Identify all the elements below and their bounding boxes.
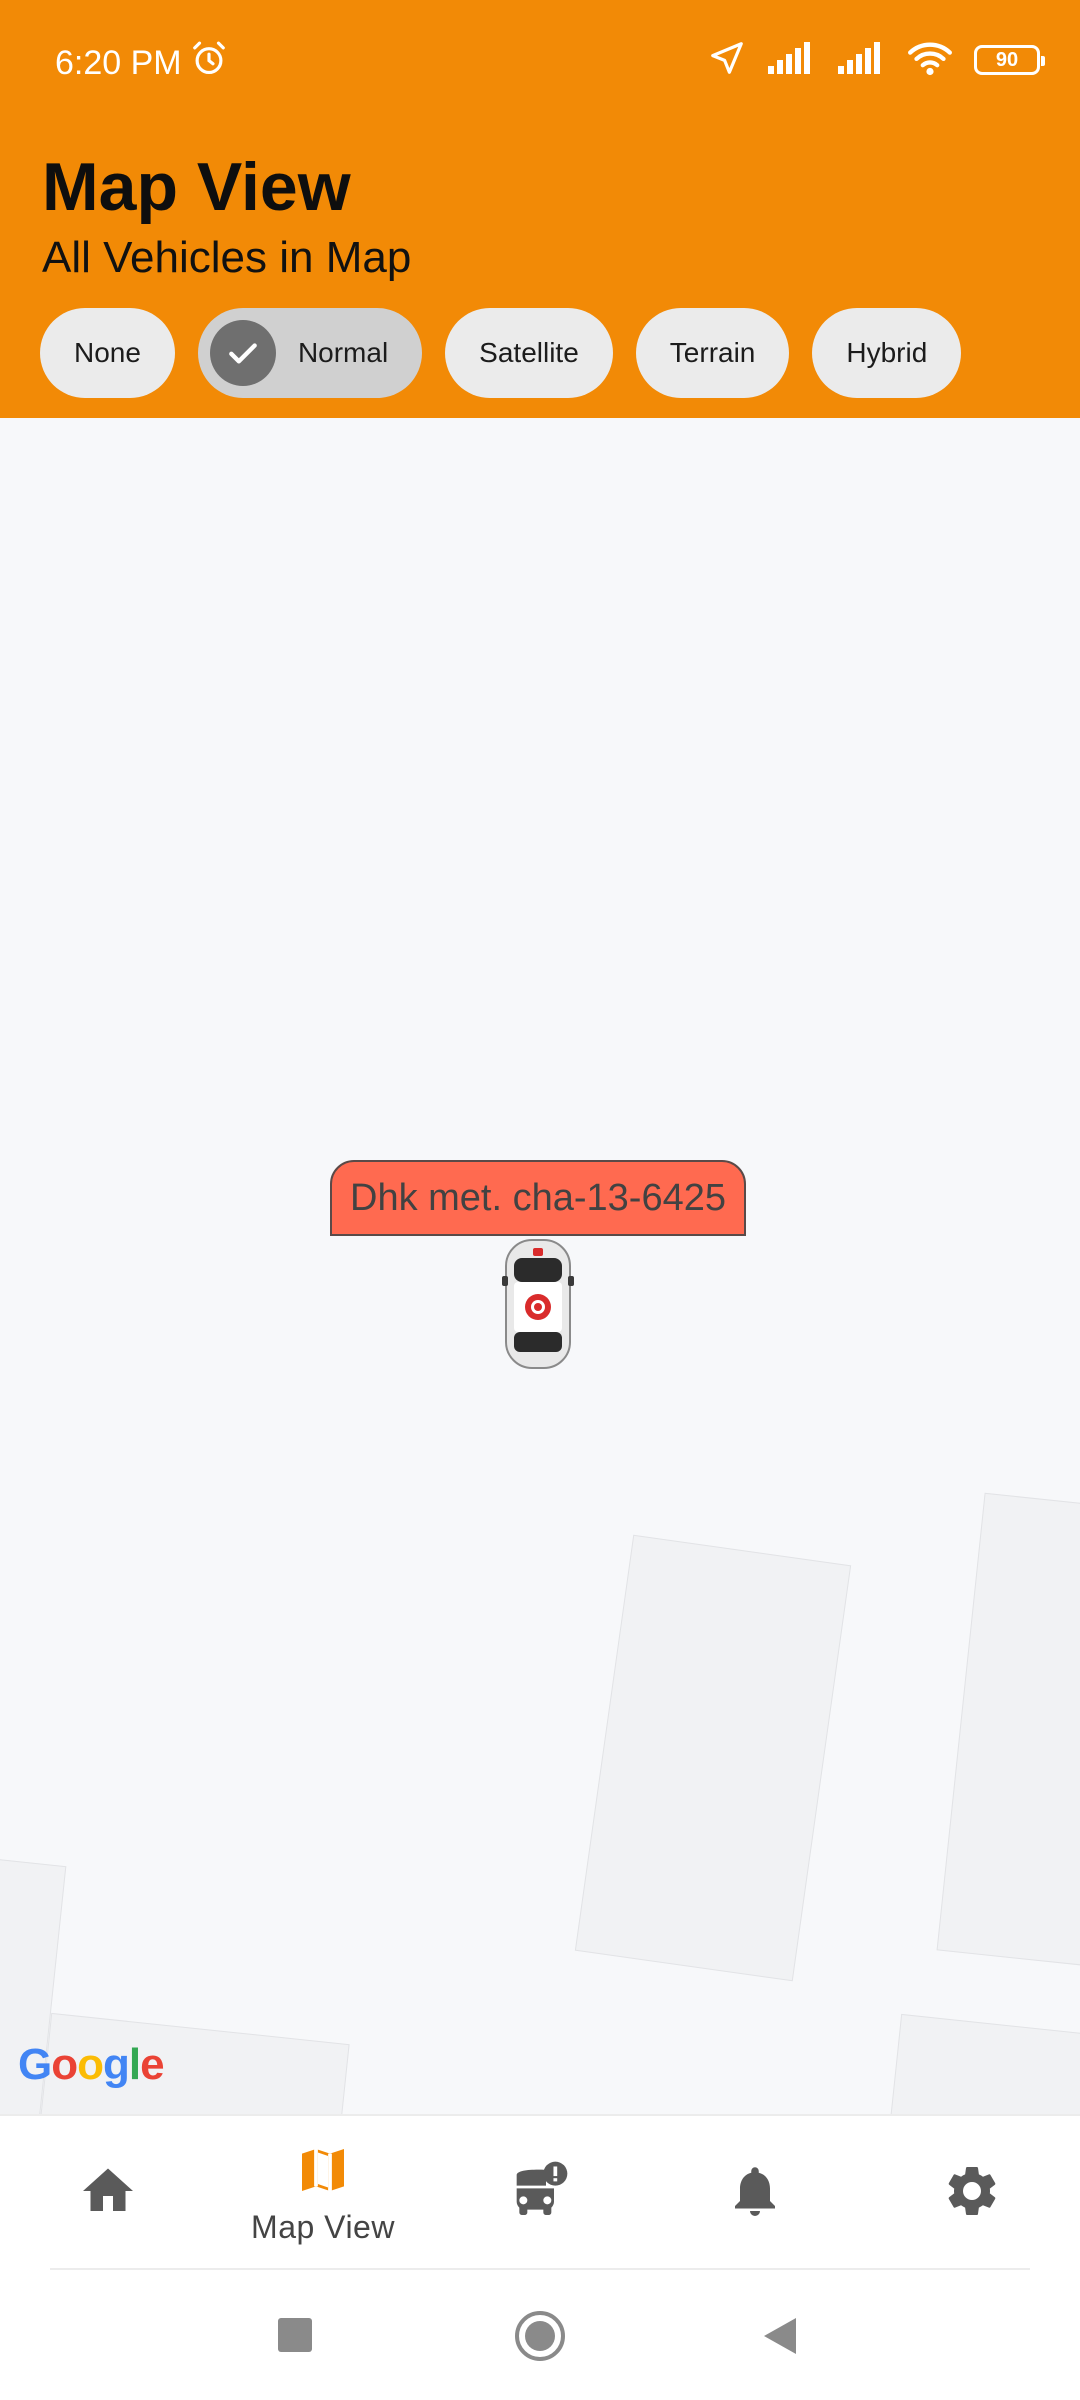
nav-label: Map View xyxy=(251,2208,395,2245)
wifi-icon xyxy=(908,40,952,81)
chip-none[interactable]: None xyxy=(40,308,175,398)
chip-label: Normal xyxy=(297,337,389,368)
map-building xyxy=(936,1492,1080,1974)
vehicle-marker-label[interactable]: Dhk met. cha-13-6425 xyxy=(330,1160,746,1236)
back-button[interactable] xyxy=(762,2316,798,2361)
nav-map-view[interactable]: Map View xyxy=(248,2116,398,2271)
status-icons: 90 xyxy=(708,39,1045,82)
chip-terrain[interactable]: Terrain xyxy=(635,308,790,398)
map-building xyxy=(880,2013,1080,2114)
chip-satellite[interactable]: Satellite xyxy=(445,308,613,398)
recents-button[interactable] xyxy=(278,2318,312,2357)
page-title: Map View xyxy=(42,149,351,225)
map-type-chips: None Normal Satellite Terrain Hybrid xyxy=(40,308,962,398)
chip-label: None xyxy=(74,337,141,368)
status-bar: 6:20 PM 90 xyxy=(0,0,1080,120)
app-header: 6:20 PM 90 Map View All Vehicles in Map xyxy=(0,0,1080,418)
page-subtitle: All Vehicles in Map xyxy=(42,233,412,282)
battery-level: 90 xyxy=(995,48,1019,71)
system-navigation-bar xyxy=(0,2272,1080,2400)
bottom-navigation: Map View xyxy=(0,2114,1080,2269)
gear-icon xyxy=(942,2161,1002,2226)
chip-normal[interactable]: Normal xyxy=(197,308,423,398)
bus-alert-icon xyxy=(506,2159,570,2228)
alarm-icon xyxy=(190,40,228,87)
google-logo: Google xyxy=(18,2040,165,2089)
home-button[interactable] xyxy=(514,2310,566,2367)
chip-label: Satellite xyxy=(479,337,579,368)
car-marker-icon[interactable] xyxy=(500,1236,576,1377)
map-icon xyxy=(295,2142,351,2203)
signal-icon xyxy=(768,41,816,79)
location-icon xyxy=(708,39,746,82)
nav-home[interactable] xyxy=(33,2116,183,2271)
nav-vehicle-alerts[interactable] xyxy=(463,2116,613,2271)
map-building xyxy=(574,1534,852,1982)
status-time: 6:20 PM xyxy=(55,40,228,87)
signal-icon xyxy=(838,41,886,79)
chip-label: Terrain xyxy=(669,337,756,368)
bell-icon xyxy=(725,2161,785,2226)
chip-hybrid[interactable]: Hybrid xyxy=(812,308,962,398)
battery-icon: 90 xyxy=(974,45,1045,75)
nav-settings[interactable] xyxy=(897,2116,1047,2271)
status-time-text: 6:20 PM xyxy=(55,44,182,82)
home-icon xyxy=(78,2161,138,2226)
chip-label: Hybrid xyxy=(846,337,928,368)
nav-divider xyxy=(50,2268,1030,2270)
check-icon xyxy=(209,320,276,386)
nav-notifications[interactable] xyxy=(680,2116,830,2271)
